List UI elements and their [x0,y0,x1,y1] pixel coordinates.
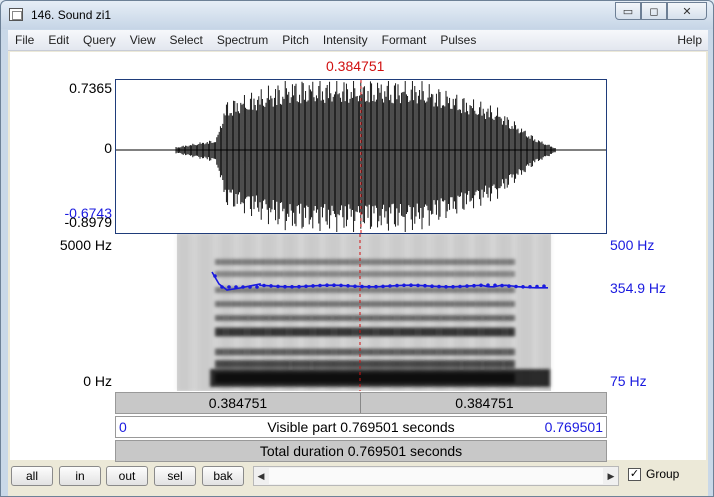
spectrogram-plot [177,234,551,391]
menu-view[interactable]: View [123,30,163,51]
menu-select[interactable]: Select [163,30,210,51]
checkbox-checked-icon[interactable]: ✓ [628,467,641,481]
scroll-left-icon[interactable]: ◀ [254,467,268,485]
visible-part-label: Visible part 0.769501 seconds [267,419,455,435]
zoom-all-button[interactable]: all [11,466,53,486]
close-button[interactable]: ✕ [667,2,707,20]
visible-start-label: 0 [119,419,127,435]
title-bar[interactable]: 146. Sound zi1 ▭ ◻ ✕ [1,1,713,29]
zoom-selection-button[interactable]: sel [154,466,196,486]
menu-file[interactable]: File [8,30,41,51]
waveform-min-label: -0.8979 [64,214,112,230]
right-part-time[interactable]: 0.384751 [362,393,607,413]
drawing-area[interactable]: 0.384751 0.7365 0 -0.6743 -0.8979 5000 H… [10,52,706,462]
menu-intensity[interactable]: Intensity [316,30,375,51]
spectrogram-bottom-label: 0 Hz [83,373,112,389]
spectrogram-panel[interactable] [115,234,607,391]
maximize-icon: ◻ [649,5,659,18]
waveform-plot [116,80,606,233]
window-controls: ▭ ◻ ✕ [615,2,707,20]
menu-pitch[interactable]: Pitch [275,30,316,51]
scroll-right-icon[interactable]: ▶ [604,467,618,485]
zoom-back-button[interactable]: bak [202,466,244,486]
total-duration-bar[interactable]: Total duration 0.769501 seconds [115,440,607,462]
menu-formant[interactable]: Formant [375,30,434,51]
horizontal-scrollbar[interactable]: ◀ ▶ [253,466,619,486]
pitch-top-label: 500 Hz [610,237,655,253]
left-part-time[interactable]: 0.384751 [116,393,361,413]
waveform-zero-label: 0 [104,140,112,156]
pitch-bottom-label: 75 Hz [610,373,647,389]
cursor-time-bar[interactable]: 0.384751 0.384751 [115,392,607,414]
close-icon: ✕ [682,5,692,18]
sound-editor-window: 146. Sound zi1 ▭ ◻ ✕ File Edit Query Vie… [0,0,714,497]
menu-bar: File Edit Query View Select Spectrum Pit… [8,30,708,51]
cursor-time-label: 0.384751 [326,58,385,74]
zoom-out-button[interactable]: out [106,466,148,486]
minimize-icon: ▭ [622,5,634,18]
zoom-in-button[interactable]: in [59,466,101,486]
menu-help[interactable]: Help [677,30,702,51]
waveform-panel[interactable] [115,79,607,234]
spectrogram-top-label: 5000 Hz [59,237,112,253]
menu-edit[interactable]: Edit [41,30,76,51]
group-label: Group [646,467,680,481]
maximize-button[interactable]: ◻ [641,2,667,20]
visible-end-label: 0.769501 [544,419,603,435]
minimize-button[interactable]: ▭ [615,2,641,20]
pitch-current-label: 354.9 Hz [610,280,667,296]
group-checkbox[interactable]: ✓ Group [628,467,679,481]
menu-pulses[interactable]: Pulses [433,30,483,51]
waveform-max-label: 0.7365 [69,80,112,96]
menu-query[interactable]: Query [76,30,123,51]
menu-spectrum[interactable]: Spectrum [210,30,275,51]
window-title: 146. Sound zi1 [31,8,112,22]
visible-part-bar[interactable]: Visible part 0.769501 seconds 0 0.769501 [115,416,607,438]
editor-client: File Edit Query View Select Spectrum Pit… [8,30,708,496]
app-icon [9,8,23,21]
scroll-thumb[interactable] [269,468,603,484]
bottom-toolbar: all in out sel bak ◀ ▶ ✓ Group [8,462,708,496]
